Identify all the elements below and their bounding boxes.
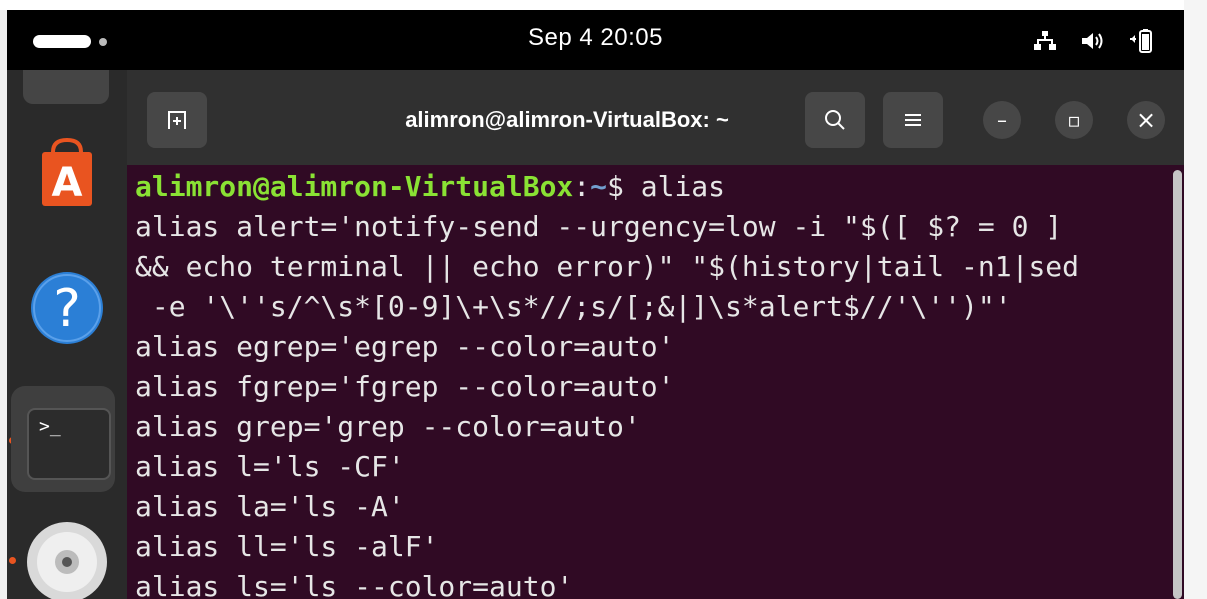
scrollbar[interactable] xyxy=(1173,170,1182,599)
dock-item-app-center[interactable]: A xyxy=(23,137,111,208)
output-line: alias l='ls -CF' xyxy=(135,450,405,483)
maximize-icon: ▫ xyxy=(1067,108,1081,132)
maximize-button[interactable]: ▫ xyxy=(1055,101,1093,139)
battery-icon[interactable] xyxy=(1128,28,1154,54)
question-icon: ? xyxy=(31,272,103,344)
dock-item-disc[interactable] xyxy=(23,518,111,599)
terminal-icon: >_ xyxy=(27,408,111,480)
output-line: alias ll='ls -alF' xyxy=(135,530,439,563)
dock-item-help[interactable]: ? xyxy=(23,270,111,346)
output-line: alias la='ls -A' xyxy=(135,490,405,523)
command-text: alias xyxy=(640,170,726,203)
prompt-line: alimron@alimron-VirtualBox:~$ alias xyxy=(135,167,725,207)
volume-icon[interactable] xyxy=(1080,28,1106,54)
svg-text:?: ? xyxy=(53,279,81,339)
close-icon: × xyxy=(1135,106,1157,134)
output-line: alias ls='ls --color=auto' xyxy=(135,570,574,599)
minimize-button[interactable]: – xyxy=(983,101,1021,139)
prompt-path: ~ xyxy=(590,170,608,203)
search-icon xyxy=(825,110,845,130)
search-button[interactable] xyxy=(805,92,865,148)
output-line: && echo terminal || echo error)" "$(hist… xyxy=(135,250,1080,283)
dock-item-partial[interactable] xyxy=(23,70,109,104)
svg-text:A: A xyxy=(52,160,83,206)
menu-button[interactable] xyxy=(883,92,943,148)
output-line: alias grep='grep --color=auto' xyxy=(135,410,641,443)
prompt-symbol: $ xyxy=(607,170,641,203)
prompt-colon: : xyxy=(573,170,591,203)
window-title: alimron@alimron-VirtualBox: ~ xyxy=(405,107,729,132)
terminal-output[interactable]: alimron@alimron-VirtualBox:~$ alias alia… xyxy=(127,167,1167,599)
system-tray[interactable] xyxy=(1032,28,1154,54)
dock: A ? >_ xyxy=(7,70,127,599)
top-margin xyxy=(0,0,1207,10)
close-button[interactable]: × xyxy=(1127,101,1165,139)
output-line: alias fgrep='fgrep --color=auto' xyxy=(135,370,675,403)
top-bar: Sep 4 20:05 xyxy=(7,10,1184,70)
shopping-bag-icon: A xyxy=(42,137,92,206)
dock-item-terminal[interactable]: >_ xyxy=(11,386,115,492)
new-tab-icon xyxy=(168,111,186,129)
cd-icon xyxy=(27,522,107,599)
terminal-window: alimron@alimron-VirtualBox: ~ – ▫ × alim… xyxy=(127,70,1184,599)
disc-running-indicator xyxy=(9,557,16,564)
hamburger-icon xyxy=(905,114,921,126)
network-icon[interactable] xyxy=(1032,28,1058,54)
prompt-user: alimron@alimron-VirtualBox xyxy=(135,170,574,203)
output-line: alias alert='notify-send --urgency=low -… xyxy=(135,210,1063,243)
output-line: -e '\''s/^\s*[0-9]\+\s*//;s/[;&|]\s*aler… xyxy=(135,290,1012,323)
clock[interactable]: Sep 4 20:05 xyxy=(7,24,1184,52)
header-bar: alimron@alimron-VirtualBox: ~ – ▫ × xyxy=(127,70,1184,165)
minimize-icon: – xyxy=(997,108,1007,132)
output-line: alias egrep='egrep --color=auto' xyxy=(135,330,675,363)
right-margin xyxy=(1184,0,1207,599)
new-tab-button[interactable] xyxy=(147,92,207,148)
desktop-screen: Sep 4 20:05 A ? >_ alimron@alimron-Virtu… xyxy=(7,10,1184,599)
